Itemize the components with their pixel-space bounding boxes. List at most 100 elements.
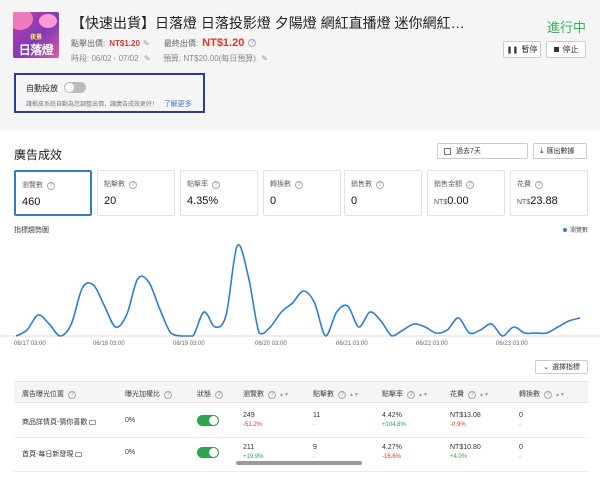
help-icon[interactable]: ?: [295, 181, 303, 189]
help-icon[interactable]: ?: [215, 391, 223, 399]
clicks-change: -: [313, 454, 315, 460]
x-tick-label: 06/20 03:00: [255, 341, 287, 347]
table-header: 廣告曝光位置? 曝光加權比? 狀態? 瀏覽數? ▲▼ 點擊數? ▲▼ 點擊率? ▲▼ …: [14, 381, 588, 403]
metric-value: 4.35%: [187, 195, 219, 207]
clicks-change: -: [313, 422, 315, 428]
sort-icon: ▲▼: [479, 392, 489, 398]
performance-title: 廣告成效: [14, 148, 63, 162]
metric-card-spend[interactable]: 花費? NT$23.88: [510, 170, 588, 216]
metric-card-conversions[interactable]: 轉換數? 0: [263, 170, 341, 216]
stop-button[interactable]: 停止: [546, 41, 586, 58]
help-icon[interactable]: ?: [376, 181, 384, 189]
metric-card-ctr[interactable]: 點擊率? 4.35%: [180, 170, 258, 216]
clicks-value: 11: [313, 412, 321, 419]
conversions-value: 0: [519, 444, 523, 451]
help-icon[interactable]: ?: [468, 391, 476, 399]
horizontal-scrollbar[interactable]: [236, 461, 362, 465]
placement-toggle[interactable]: [197, 447, 219, 458]
edit-pencil-icon[interactable]: ✎: [143, 39, 150, 47]
spend-value: NT$10.80: [450, 444, 481, 451]
spend-value: NT$13.08: [450, 412, 481, 419]
placement-toggle[interactable]: [197, 415, 219, 426]
auto-bid-toggle[interactable]: [64, 82, 86, 93]
export-button[interactable]: ⤓ 匯出數據: [533, 143, 587, 159]
ad-title: 【快速出貨】日落燈 日落投影燈 夕陽燈 網紅直播燈 迷你網紅燈 氣氛燈 投...: [71, 15, 471, 31]
export-label: 匯出數據: [546, 148, 575, 155]
help-icon[interactable]: ?: [47, 182, 55, 190]
bid-row: 點擊出價: NT$1.20 ✎ 最終出價: NT$1.20 ?: [71, 37, 257, 49]
placement-name: 首頁-每日新發現: [22, 449, 83, 459]
help-icon[interactable]: ?: [129, 181, 137, 189]
conversions-change: -: [519, 454, 521, 460]
help-icon[interactable]: ?: [466, 181, 474, 189]
conversions-value: 0: [519, 412, 523, 419]
metric-label: 銷售數?: [351, 179, 384, 189]
metric-card-clicks[interactable]: 點擊數? 20: [97, 170, 175, 216]
col-placement: 廣告曝光位置?: [22, 389, 76, 399]
budget-label: 預算: NT$20.00(每日預算): [163, 54, 256, 63]
help-icon[interactable]: ?: [535, 181, 543, 189]
edit-pencil-icon[interactable]: ✎: [144, 55, 151, 63]
metric-card-revenue[interactable]: 銷售金額? NT$0.00: [427, 170, 505, 216]
views-value: 249: [243, 412, 255, 419]
auto-bid-desc-text: 讓蝦皮系統自動為您調整出價，讓廣告成效更好！: [26, 102, 159, 108]
pause-button[interactable]: ❚❚ 暫停: [503, 41, 541, 58]
col-clicks[interactable]: 點擊數? ▲▼: [313, 389, 359, 399]
metric-label: 瀏覽數?: [22, 180, 55, 190]
edit-pencil-icon[interactable]: ✎: [261, 55, 268, 63]
thumb-text-big: 日落燈: [18, 43, 54, 57]
select-metrics-button[interactable]: ⌄ 選擇指標: [535, 360, 588, 374]
help-icon[interactable]: ?: [407, 391, 415, 399]
period-selector[interactable]: 過去7天: [437, 143, 528, 159]
metric-card-sales[interactable]: 銷售數? 0: [344, 170, 422, 216]
image-icon[interactable]: [89, 419, 97, 425]
stop-label: 停止: [562, 45, 579, 54]
trend-chart: 06/17 03:00 06/18 03:00 06/19 03:00 06/20 0…: [0, 244, 600, 347]
product-thumbnail[interactable]: 夜景 日落燈: [13, 12, 59, 58]
image-icon[interactable]: [75, 451, 83, 457]
pause-icon: ❚❚: [506, 46, 519, 54]
col-spend[interactable]: 花費? ▲▼: [450, 389, 489, 399]
auto-bid-label: 自動投放: [26, 84, 58, 93]
metric-label: 花費?: [517, 179, 543, 189]
x-tick-label: 06/17 03:00: [14, 341, 46, 347]
metric-label: 銷售金額?: [434, 179, 474, 189]
pause-label: 暫停: [521, 45, 538, 54]
help-icon[interactable]: ?: [338, 391, 346, 399]
x-tick-label: 06/22 03:00: [416, 341, 448, 347]
metric-label: 轉換數?: [270, 179, 303, 189]
x-tick-label: 06/23 03:00: [496, 341, 528, 347]
learn-more-link[interactable]: 了解更多: [164, 101, 192, 108]
help-icon[interactable]: ?: [68, 391, 76, 399]
metric-value: 0: [351, 195, 358, 207]
metric-label: 點擊率?: [187, 179, 220, 189]
col-ctr[interactable]: 點擊率? ▲▼: [382, 389, 428, 399]
col-status: 狀態?: [197, 389, 223, 399]
ctr-change: +104.8%: [382, 422, 406, 428]
metric-label: 點擊數?: [104, 179, 137, 189]
ctr-change: -16.6%: [382, 454, 402, 460]
col-views[interactable]: 瀏覽數? ▲▼: [243, 389, 289, 399]
help-icon[interactable]: ?: [248, 39, 257, 47]
download-icon: ⤓: [540, 146, 544, 155]
status-badge: 進行中: [546, 20, 586, 35]
metric-value: 460: [22, 196, 41, 208]
col-conversions[interactable]: 轉換數? ▲▼: [519, 389, 565, 399]
views-value: 211: [243, 444, 255, 451]
help-icon[interactable]: ?: [268, 391, 276, 399]
auto-bid-panel: 自動投放 讓蝦皮系統自動為您調整出價，讓廣告成效更好！ 了解更多: [14, 73, 205, 113]
help-icon[interactable]: ?: [544, 391, 552, 399]
stop-icon: [553, 47, 559, 52]
conversions-change: -: [519, 422, 521, 428]
x-tick-label: 06/21 03:00: [336, 341, 368, 347]
metric-card-views[interactable]: 瀏覽數? 460: [14, 170, 92, 216]
date-range: 時段: 06/02 - 07/02: [71, 54, 139, 63]
help-icon[interactable]: ?: [212, 181, 220, 189]
calendar-icon: [444, 147, 451, 155]
help-icon[interactable]: ?: [164, 391, 172, 399]
x-tick-label: 06/18 03:00: [93, 341, 125, 347]
ad-header: 夜景 日落燈 【快速出貨】日落燈 日落投影燈 夕陽燈 網紅直播燈 迷你網紅燈 氣…: [0, 0, 600, 130]
bid-label: 點擊出價:: [71, 38, 106, 48]
views-change: -51.2%: [243, 422, 263, 428]
metric-value: 0: [270, 195, 277, 207]
